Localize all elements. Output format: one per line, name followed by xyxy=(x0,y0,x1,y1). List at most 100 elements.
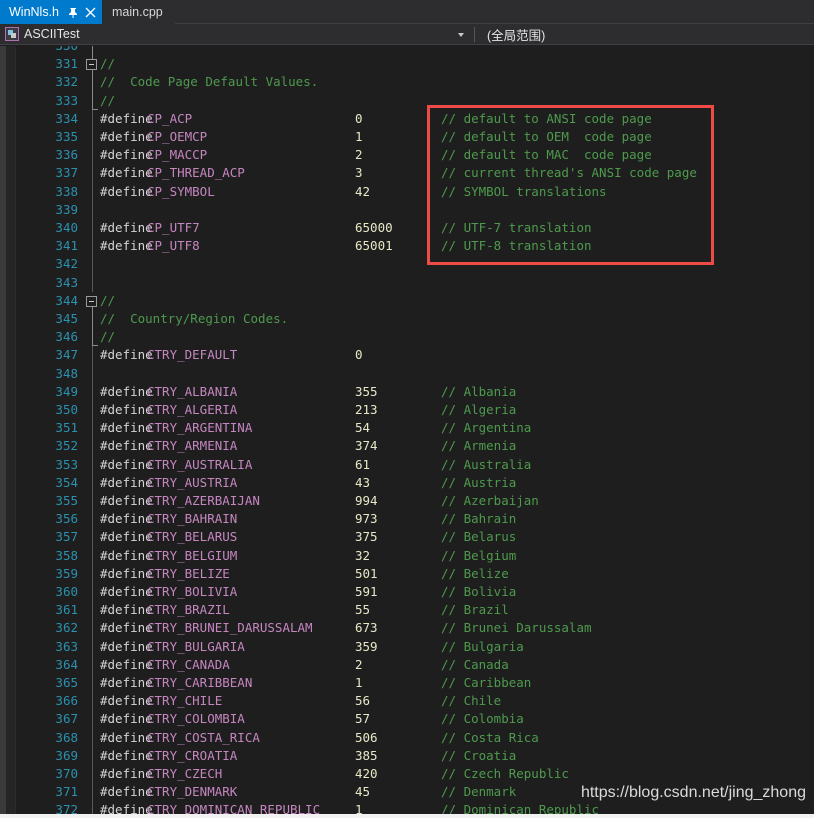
line-number: 335 xyxy=(55,129,78,144)
code-line[interactable]: 350 #define CTRY_ALGERIA 213 // Algeria xyxy=(0,401,814,419)
define-keyword: #define xyxy=(100,602,153,618)
line-number: 356 xyxy=(55,511,78,527)
indent-guide-line xyxy=(92,346,93,818)
code-line[interactable]: 335 #define CP_OEMCP 1 // default to OEM cod… xyxy=(0,128,814,146)
macro-name: CP_UTF7 xyxy=(147,220,200,235)
code-line[interactable]: 351 #define CTRY_ARGENTINA 54 // Argentina xyxy=(0,419,814,437)
tab-winnls-h[interactable]: WinNls.h xyxy=(0,0,103,24)
code-line[interactable]: 344 // xyxy=(0,292,814,310)
code-comment: // Azerbaijan xyxy=(441,493,539,508)
code-line[interactable]: 368 #define CTRY_COSTA_RICA 506 // Costa Ric… xyxy=(0,729,814,747)
line-number: 332 xyxy=(55,74,78,90)
line-number: 354 xyxy=(55,474,78,490)
code-line[interactable]: 360 #define CTRY_BOLIVIA 591 // Bolivia xyxy=(0,583,814,601)
tab-main-cpp[interactable]: main.cpp xyxy=(102,0,175,24)
navigation-bar: ASCIITest (全局范围) xyxy=(0,24,814,45)
macro-name: CTRY_ARMENIA xyxy=(147,438,238,454)
code-line[interactable]: 366 #define CTRY_CHILE 56 // Chile xyxy=(0,692,814,710)
line-number: 365 xyxy=(55,675,78,690)
define-keyword: #define xyxy=(100,747,153,763)
line-number: 337 xyxy=(55,165,78,181)
code-line[interactable]: 340 #define CP_UTF7 65000 // UTF-7 translati… xyxy=(0,219,814,237)
macro-name: CTRY_BRAZIL xyxy=(147,602,230,618)
line-number: 367 xyxy=(55,711,78,727)
macro-name: CTRY_CROATIA xyxy=(147,747,238,763)
define-keyword: #define xyxy=(100,474,153,490)
code-line[interactable]: 338 #define CP_SYMBOL 42 // SYMBOL translati… xyxy=(0,183,814,201)
line-number: 350 xyxy=(55,402,78,417)
code-line[interactable]: 364 #define CTRY_CANADA 2 // Canada xyxy=(0,656,814,674)
line-number: 357 xyxy=(55,529,78,545)
code-line[interactable]: 370 #define CTRY_CZECH 420 // Czech Republic xyxy=(0,765,814,783)
code-line[interactable]: 348 xyxy=(0,365,814,383)
watermark-text: https://blog.csdn.net/jing_zhong xyxy=(580,784,806,801)
code-line[interactable]: 352 #define CTRY_ARMENIA 374 // Armenia xyxy=(0,437,814,455)
code-line[interactable]: 359 #define CTRY_BELIZE 501 // Belize xyxy=(0,565,814,583)
pin-icon[interactable] xyxy=(68,7,79,18)
define-keyword: #define xyxy=(100,656,153,672)
line-number: 342 xyxy=(55,256,78,272)
fold-collapse-icon[interactable] xyxy=(86,59,97,71)
project-scope-value: ASCIITest xyxy=(24,27,80,41)
code-line[interactable]: 369 #define CTRY_CROATIA 385 // Croatia xyxy=(0,747,814,765)
macro-value: 355 xyxy=(355,383,378,399)
code-comment: // Brazil xyxy=(441,602,509,618)
fold-guide-line xyxy=(92,69,93,110)
code-line[interactable]: 342 xyxy=(0,255,814,273)
code-line[interactable]: 356 #define CTRY_BAHRAIN 973 // Bahrain xyxy=(0,510,814,528)
code-line[interactable]: 343 xyxy=(0,274,814,292)
code-text-surface[interactable]: 330331//332// Code Page Default Values.3… xyxy=(0,46,814,818)
code-line[interactable]: 361 #define CTRY_BRAZIL 55 // Brazil xyxy=(0,601,814,619)
line-number: 368 xyxy=(55,729,78,745)
code-line[interactable]: 336 #define CP_MACCP 2 // default to MAC cod… xyxy=(0,146,814,164)
code-line[interactable]: 347 #define CTRY_DEFAULT 0 xyxy=(0,346,814,364)
line-number: 364 xyxy=(55,656,78,672)
code-line[interactable]: 341 #define CP_UTF8 65001 // UTF-8 translati… xyxy=(0,237,814,255)
code-comment: // Argentina xyxy=(441,420,532,436)
code-line[interactable]: 333 // xyxy=(0,92,814,110)
code-line[interactable]: 346 // xyxy=(0,328,814,346)
code-line[interactable]: 339 xyxy=(0,201,814,219)
line-number: 363 xyxy=(55,638,78,654)
code-line[interactable]: 330 xyxy=(0,46,814,55)
close-icon[interactable] xyxy=(85,7,96,18)
vs-code-editor-window: WinNls.h main.cpp ASCIITest (全局范围) 331 /… xyxy=(0,0,814,818)
code-line[interactable]: 353 #define CTRY_AUSTRALIA 61 // Australia xyxy=(0,456,814,474)
code-comment: // Code Page Default Values. xyxy=(100,74,319,90)
code-line[interactable]: 345 // Country/Region Codes. xyxy=(0,310,814,328)
code-line[interactable]: 357 #define CTRY_BELARUS 375 // Belarus xyxy=(0,528,814,546)
code-comment: // default to ANSI code page xyxy=(441,110,652,126)
code-line[interactable]: 337 #define CP_THREAD_ACP 3 // current threa… xyxy=(0,164,814,182)
code-comment: // UTF-8 translation xyxy=(441,238,592,254)
code-comment: // Austria xyxy=(441,474,517,490)
code-line[interactable]: 334 #define CP_ACP 0 // default to ANSI code… xyxy=(0,110,814,128)
code-line[interactable]: 365 #define CTRY_CARIBBEAN 1 // Caribbean xyxy=(0,674,814,692)
member-scope-dropdown[interactable]: (全局范围) xyxy=(475,24,814,45)
fold-collapse-icon[interactable] xyxy=(86,295,97,307)
code-comment: // current thread's ANSI code page xyxy=(441,165,697,181)
code-line[interactable]: 355 #define CTRY_AZERBAIJAN 994 // Azerbaija… xyxy=(0,492,814,510)
code-line[interactable]: 331 // xyxy=(0,55,814,73)
define-keyword: #define xyxy=(100,129,153,144)
code-line[interactable]: 367 #define CTRY_COLOMBIA 57 // Colombia xyxy=(0,710,814,728)
code-line[interactable]: 358 #define CTRY_BELGIUM 32 // Belgium xyxy=(0,547,814,565)
code-line[interactable]: 354 #define CTRY_AUSTRIA 43 // Austria xyxy=(0,474,814,492)
indent-guide-line xyxy=(92,109,93,292)
code-line[interactable]: 332 // Code Page Default Values. xyxy=(0,73,814,91)
macro-value: 54 xyxy=(355,420,371,436)
window-bottom-edge xyxy=(0,814,814,818)
code-line[interactable]: 363 #define CTRY_BULGARIA 359 // Bulgaria xyxy=(0,638,814,656)
code-line[interactable]: 349 #define CTRY_ALBANIA 355 // Albania xyxy=(0,383,814,401)
code-line[interactable]: 362 #define CTRY_BRUNEI_DARUSSALAM 673 // Br… xyxy=(0,619,814,637)
macro-value: 0 xyxy=(355,110,363,126)
macro-name: CTRY_DENMARK xyxy=(147,784,238,800)
define-keyword: #define xyxy=(100,238,153,254)
macro-name: CTRY_DEFAULT xyxy=(147,347,238,363)
line-number: 362 xyxy=(55,620,78,636)
macro-value: 591 xyxy=(355,584,378,599)
macro-name: CTRY_ALGERIA xyxy=(147,402,238,417)
project-scope-dropdown[interactable]: ASCIITest xyxy=(0,24,474,45)
code-editor-pane[interactable]: 330331//332// Code Page Default Values.3… xyxy=(0,46,814,818)
macro-value: 359 xyxy=(355,638,378,654)
line-number: 340 xyxy=(55,220,78,235)
